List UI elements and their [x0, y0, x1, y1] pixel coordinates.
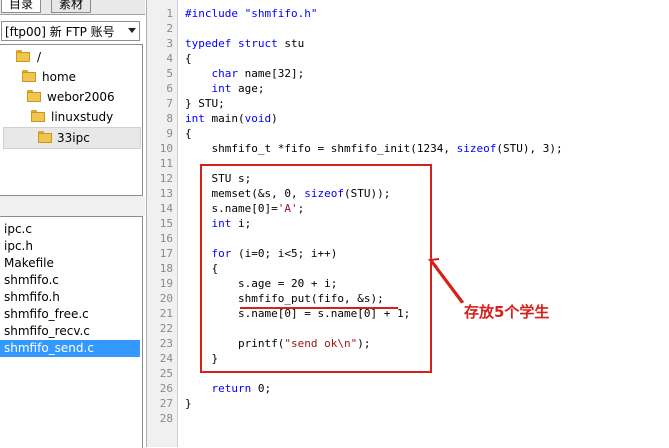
- code-line[interactable]: int age;: [185, 81, 265, 96]
- line-number: 1: [166, 7, 173, 20]
- line-number: 7: [166, 97, 173, 110]
- line-number: 23: [159, 337, 173, 350]
- code-line[interactable]: #include "shmfifo.h": [185, 6, 317, 21]
- line-number: 3: [166, 37, 173, 50]
- line-number: 27: [159, 397, 173, 410]
- code-line[interactable]: {: [185, 126, 192, 141]
- code-line[interactable]: }: [185, 396, 192, 411]
- tab-materials[interactable]: 素材: [51, 0, 92, 13]
- folder-open-icon: [38, 131, 52, 143]
- line-number: 5: [166, 67, 173, 80]
- folder-icon: [27, 90, 41, 102]
- file-item[interactable]: ipc.c: [0, 221, 140, 238]
- left-panel: 目录 素材 [ftp00] 新 FTP 账号 / home webor2006 …: [0, 0, 145, 448]
- line-number: 13: [159, 187, 173, 200]
- file-list: ipc.c ipc.h Makefile shmfifo.c shmfifo.h…: [0, 216, 143, 448]
- line-number: 11: [159, 157, 173, 170]
- panel-splitter[interactable]: [0, 196, 145, 216]
- tree-item-root[interactable]: /: [16, 47, 136, 67]
- tree-item-33ipc[interactable]: 33ipc: [3, 127, 141, 149]
- line-number: 17: [159, 247, 173, 260]
- tree-item-linuxstudy[interactable]: linuxstudy: [31, 107, 137, 127]
- tab-directory[interactable]: 目录: [1, 0, 42, 13]
- code-line[interactable]: typedef struct stu: [185, 36, 304, 51]
- panel-tabs: 目录 素材: [0, 0, 145, 15]
- account-select[interactable]: [ftp00] 新 FTP 账号: [1, 21, 140, 41]
- code-line[interactable]: shmfifo_t *fifo = shmfifo_init(1234, siz…: [185, 141, 563, 156]
- code-line[interactable]: } STU;: [185, 96, 225, 111]
- line-number: 21: [159, 307, 173, 320]
- folder-tree: / home webor2006 linuxstudy 33ipc: [0, 44, 143, 196]
- line-number: 10: [159, 142, 173, 155]
- tree-item-label: home: [42, 70, 77, 84]
- annotation-text: 存放5个学生: [464, 303, 550, 321]
- file-item[interactable]: ipc.h: [0, 238, 140, 255]
- tree-item-label: linuxstudy: [51, 110, 114, 124]
- code-line[interactable]: {: [185, 51, 192, 66]
- file-item[interactable]: shmfifo.c: [0, 272, 140, 289]
- line-number: 22: [159, 322, 173, 335]
- line-number: 25: [159, 367, 173, 380]
- line-number: 16: [159, 232, 173, 245]
- file-item[interactable]: shmfifo_recv.c: [0, 323, 140, 340]
- line-number: 26: [159, 382, 173, 395]
- code-line[interactable]: return 0;: [185, 381, 272, 396]
- tree-item-label: /: [37, 50, 42, 64]
- line-number: 9: [166, 127, 173, 140]
- line-number: 8: [166, 112, 173, 125]
- line-number: 12: [159, 172, 173, 185]
- line-number: 20: [159, 292, 173, 305]
- code-line[interactable]: char name[32];: [185, 66, 305, 81]
- line-number-gutter: 1 2 3 4 5 6 7 8 9 10 11 12 13 14 15 16 17 18 19 20 21 22 23 24 2…: [146, 0, 178, 447]
- folder-icon: [22, 70, 36, 82]
- folder-icon: [16, 50, 30, 62]
- line-number: 14: [159, 202, 173, 215]
- folder-icon: [31, 110, 45, 122]
- line-number: 24: [159, 352, 173, 365]
- file-item[interactable]: shmfifo_free.c: [0, 306, 140, 323]
- tree-item-label: 33ipc: [57, 131, 90, 145]
- line-number: 6: [166, 82, 173, 95]
- file-item-selected[interactable]: shmfifo_send.c: [0, 340, 140, 357]
- file-item[interactable]: Makefile: [0, 255, 140, 272]
- account-select-value: [ftp00] 新 FTP 账号: [5, 25, 115, 39]
- highlight-underline: [240, 307, 398, 309]
- line-number: 19: [159, 277, 173, 290]
- file-item[interactable]: shmfifo.h: [0, 289, 140, 306]
- highlight-box: [200, 164, 432, 373]
- code-line[interactable]: int main(void): [185, 111, 278, 126]
- tree-item-webor2006[interactable]: webor2006: [27, 87, 137, 107]
- line-number: 2: [166, 22, 173, 35]
- tree-item-label: webor2006: [47, 90, 115, 104]
- line-number: 4: [166, 52, 173, 65]
- chevron-down-icon[interactable]: [128, 28, 136, 33]
- line-number: 28: [159, 412, 173, 425]
- tree-item-home[interactable]: home: [22, 67, 137, 87]
- line-number: 18: [159, 262, 173, 275]
- line-number: 15: [159, 217, 173, 230]
